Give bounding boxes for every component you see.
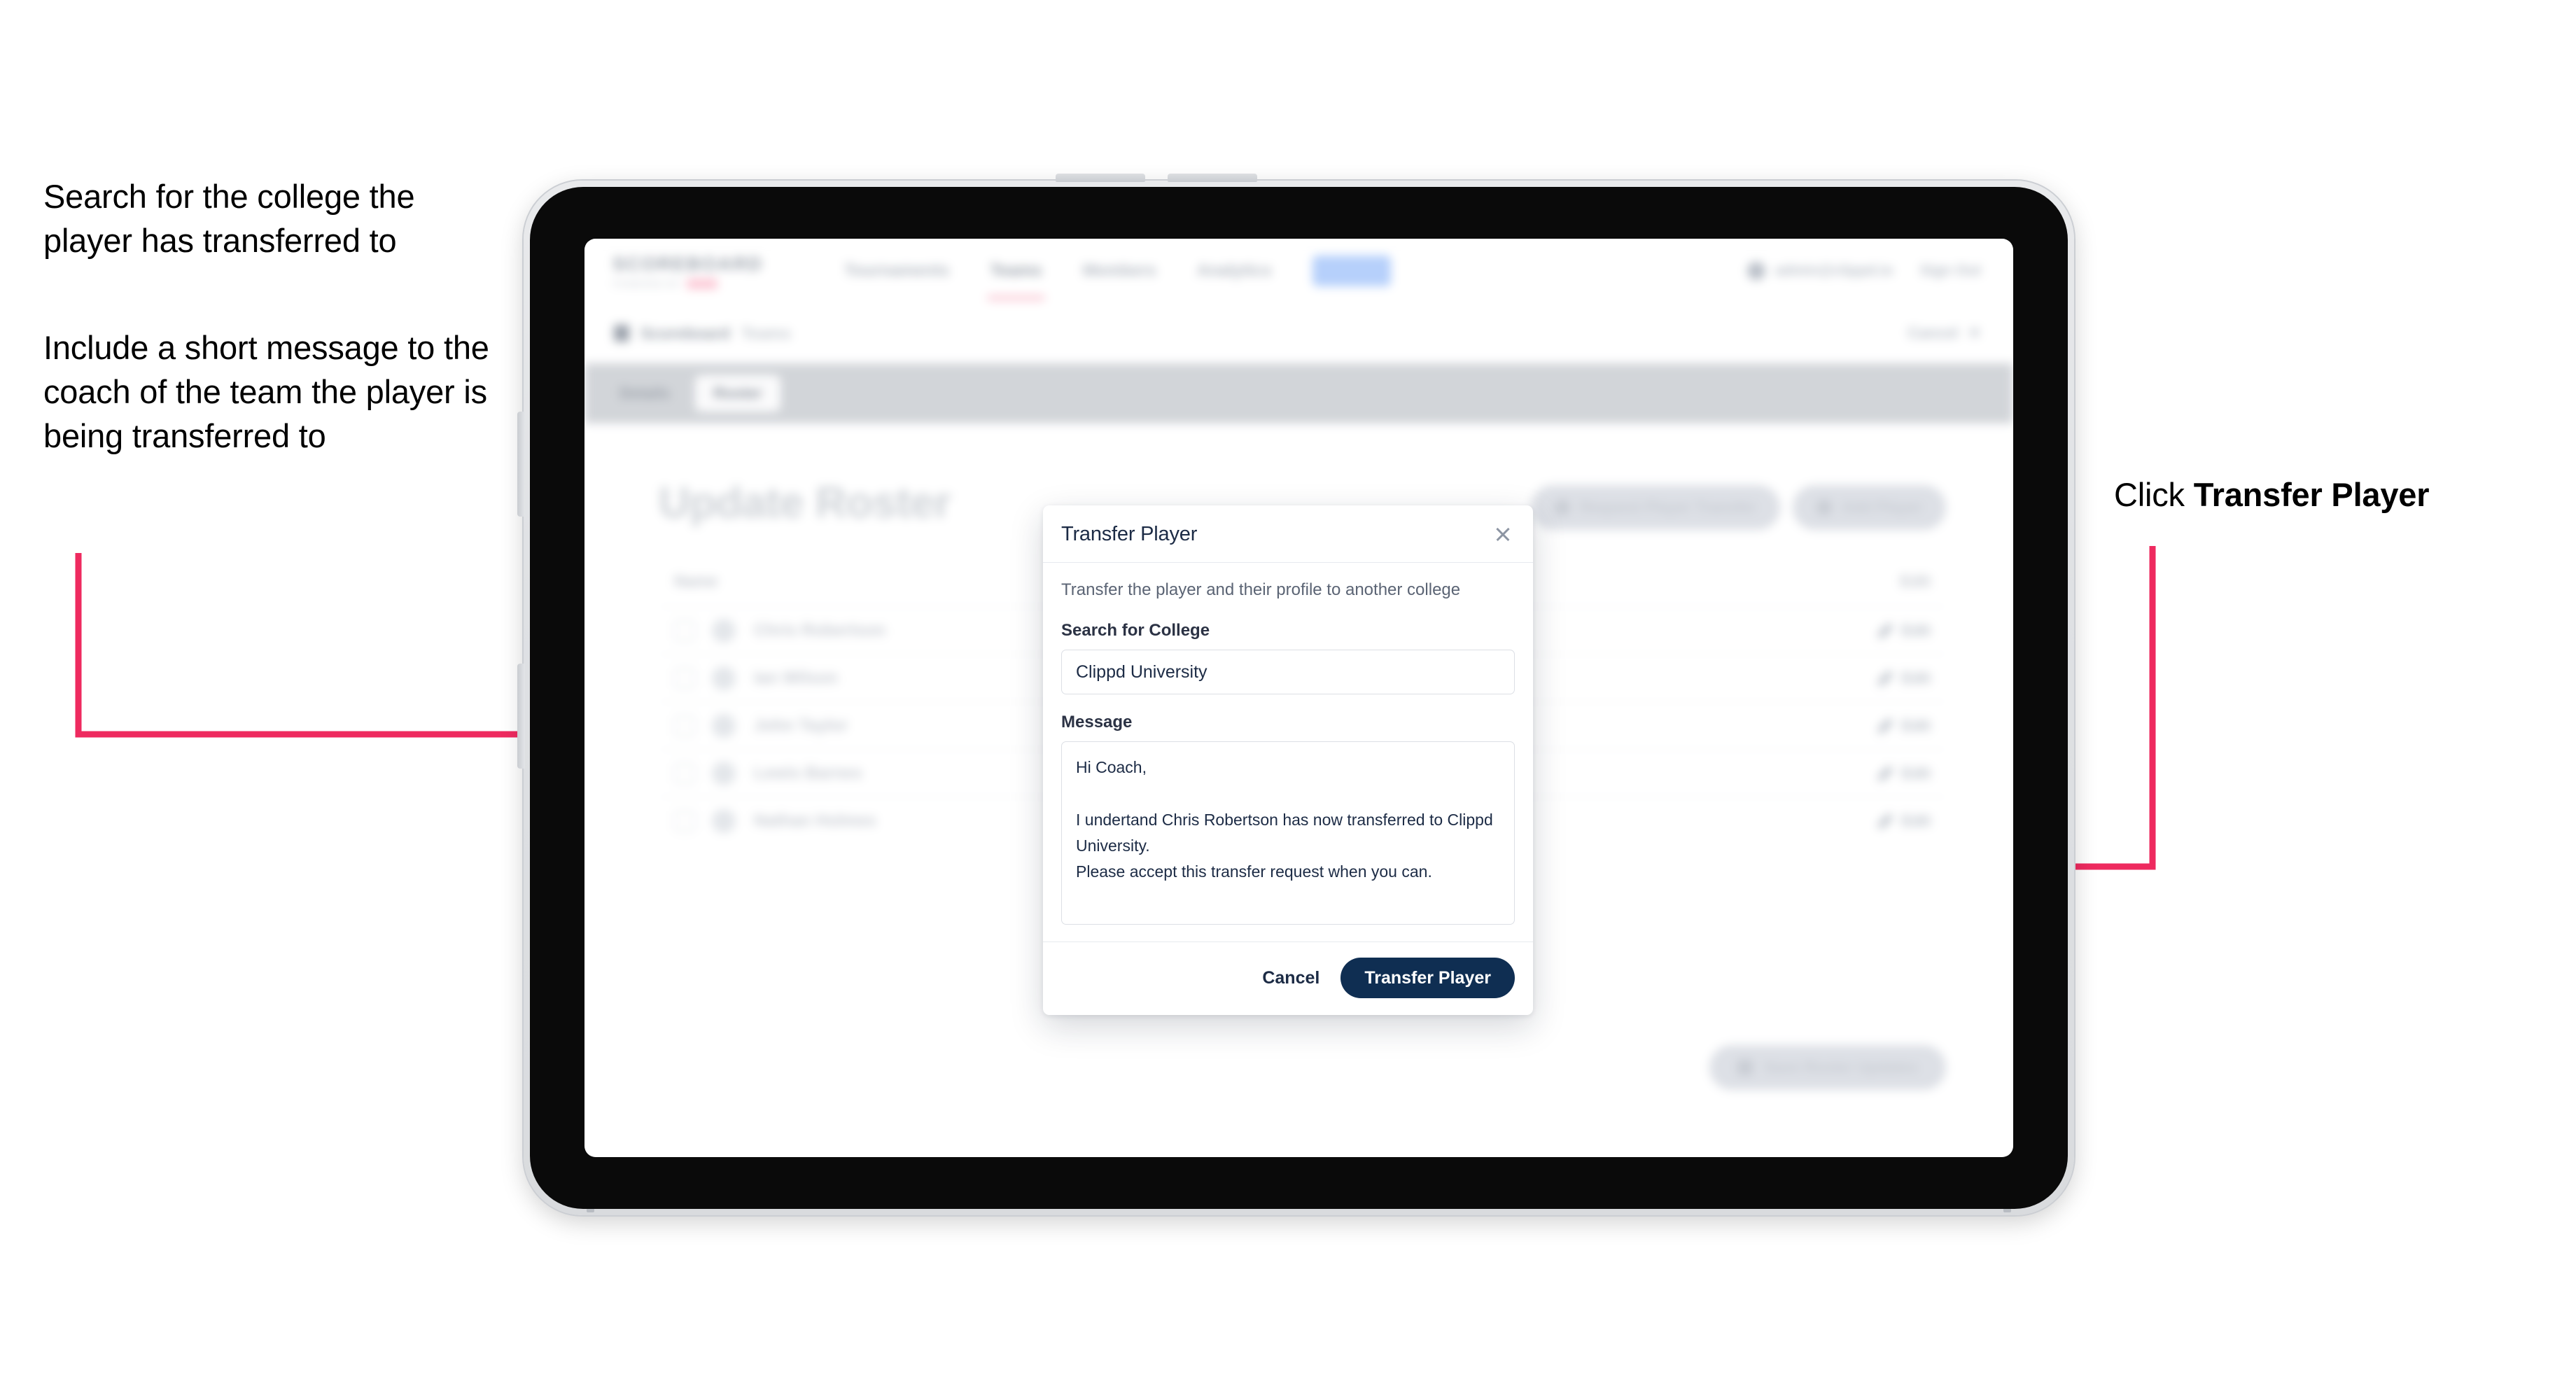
breadcrumb-bar: Scoreboard Teams Cancel ✕ xyxy=(584,303,2013,364)
edit-label: Edit xyxy=(1901,716,1931,734)
player-name: Chris Robertson xyxy=(754,620,886,640)
pencil-icon xyxy=(1878,671,1893,685)
breadcrumb-icon xyxy=(614,325,629,342)
column-header-name: Name xyxy=(674,572,718,590)
edit-player-link[interactable]: Edit xyxy=(1878,717,1931,735)
player-avatar xyxy=(712,808,736,833)
app-logo[interactable]: SCOREBOARD POWERED BY xyxy=(612,253,763,289)
cancel-link[interactable]: Cancel xyxy=(1907,324,1958,342)
logo-subline: POWERED BY xyxy=(612,278,763,289)
sign-out-link[interactable]: Sign Out xyxy=(1920,262,1982,279)
add-player-label: Add Player xyxy=(1842,498,1922,516)
row-checkbox[interactable] xyxy=(674,620,695,641)
player-avatar xyxy=(712,618,736,643)
breadcrumb-secondary[interactable]: Teams xyxy=(741,324,791,343)
pencil-icon xyxy=(1878,623,1893,638)
search-for-college-label: Search for College xyxy=(1061,621,1210,640)
screenshot-canvas: Search for the college the player has tr… xyxy=(0,0,2576,1386)
close-icon[interactable] xyxy=(1491,522,1515,546)
transfer-icon xyxy=(1555,500,1571,515)
player-name: Lewis Barnes xyxy=(754,763,862,783)
player-avatar xyxy=(712,713,736,738)
edit-player-link[interactable]: Edit xyxy=(1878,669,1931,687)
volume-up-button[interactable] xyxy=(1056,174,1145,182)
save-roster-updates-button[interactable]: Save Roster Updates xyxy=(1709,1045,1946,1090)
request-player-transfer-button[interactable]: Request Player Transfer xyxy=(1531,485,1781,530)
edit-player-link[interactable]: Edit xyxy=(1878,622,1931,640)
power-button[interactable] xyxy=(517,412,525,517)
volume-down-button[interactable] xyxy=(1168,174,1257,182)
nav-right-group: admin@clippd.io Sign Out xyxy=(1746,262,1982,280)
edit-player-link[interactable]: Edit xyxy=(1878,764,1931,783)
close-icon[interactable]: ✕ xyxy=(1968,324,1981,342)
tab-details[interactable]: Details xyxy=(601,375,688,412)
row-checkbox[interactable] xyxy=(674,667,695,689)
message-textarea[interactable]: Hi Coach, I undertand Chris Robertson ha… xyxy=(1061,741,1515,925)
transfer-player-modal: Transfer Player Transfer the player and … xyxy=(1043,505,1533,1015)
request-player-transfer-label: Request Player Transfer xyxy=(1580,498,1757,516)
edit-label: Edit xyxy=(1901,621,1931,639)
page-action-buttons: Request Player Transfer Add Player xyxy=(1531,485,1946,530)
search-college-input[interactable]: Clippd University xyxy=(1061,650,1515,694)
cancel-button[interactable]: Cancel xyxy=(1262,968,1320,988)
nav-item-tournaments[interactable]: Tournaments xyxy=(844,261,949,281)
annotation-include-message: Include a short message to the coach of … xyxy=(43,329,489,454)
breadcrumb-right: Cancel ✕ xyxy=(1907,324,1981,342)
nav-items: Tournaments Teams Members Analytics Admi… xyxy=(844,255,1392,300)
nav-item-analytics[interactable]: Analytics xyxy=(1197,261,1272,281)
logo-accent-pill xyxy=(687,278,718,289)
edit-player-link[interactable]: Edit xyxy=(1878,812,1931,830)
player-avatar xyxy=(712,666,736,690)
pencil-icon xyxy=(1878,813,1893,828)
breadcrumb: Scoreboard Teams xyxy=(614,324,791,343)
row-checkbox[interactable] xyxy=(674,810,695,832)
page-title: Update Roster xyxy=(659,479,951,527)
logo-wordmark: SCOREBOARD xyxy=(612,253,764,274)
modal-footer: Cancel Transfer Player xyxy=(1043,941,1533,1015)
tab-roster[interactable]: Roster xyxy=(695,375,780,412)
save-roster-updates-label: Save Roster Updates xyxy=(1763,1058,1918,1076)
annotation-search-college: Search for the college the player has tr… xyxy=(43,178,415,259)
nav-item-teams[interactable]: Teams xyxy=(987,261,1045,300)
modal-body: Transfer the player and their profile to… xyxy=(1043,563,1533,941)
player-avatar xyxy=(712,761,736,785)
modal-title: Transfer Player xyxy=(1061,522,1198,545)
player-name: John Taylor xyxy=(754,715,848,735)
annotation-click-bold: Transfer Player xyxy=(2193,476,2430,513)
avatar[interactable] xyxy=(1746,262,1765,280)
annotation-click-prefix: Click xyxy=(2114,476,2194,513)
nav-item-members[interactable]: Members xyxy=(1083,261,1156,281)
column-header-edit: Edit xyxy=(1900,572,1931,590)
annotation-click-transfer: Click Transfer Player xyxy=(2114,473,2548,517)
plus-icon xyxy=(1816,500,1833,515)
tab-bar: Details Roster xyxy=(584,363,2013,424)
row-checkbox[interactable] xyxy=(674,715,695,736)
modal-subtitle: Transfer the player and their profile to… xyxy=(1061,580,1461,599)
save-icon xyxy=(1737,1060,1753,1075)
player-name: Nathan Holmes xyxy=(754,811,876,830)
message-label: Message xyxy=(1061,713,1133,732)
account-email: admin@clippd.io xyxy=(1774,262,1893,279)
breadcrumb-primary[interactable]: Scoreboard xyxy=(640,324,730,343)
edit-label: Edit xyxy=(1901,764,1931,782)
secondary-side-button[interactable] xyxy=(517,664,525,769)
modal-header: Transfer Player xyxy=(1043,505,1533,563)
row-checkbox[interactable] xyxy=(674,762,695,784)
pencil-icon xyxy=(1878,766,1893,780)
add-player-button[interactable]: Add Player xyxy=(1793,485,1946,530)
transfer-player-submit-button[interactable]: Transfer Player xyxy=(1340,958,1515,998)
logo-powered-by: POWERED BY xyxy=(612,278,682,289)
edit-label: Edit xyxy=(1901,668,1931,687)
top-navigation-bar: SCOREBOARD POWERED BY Tournaments Teams … xyxy=(584,239,2013,304)
nav-item-admin[interactable]: Admin xyxy=(1312,255,1392,286)
pencil-icon xyxy=(1878,718,1893,733)
field-spacer xyxy=(1061,694,1515,713)
edit-label: Edit xyxy=(1901,811,1931,830)
player-name: Ian Wilson xyxy=(754,668,838,687)
